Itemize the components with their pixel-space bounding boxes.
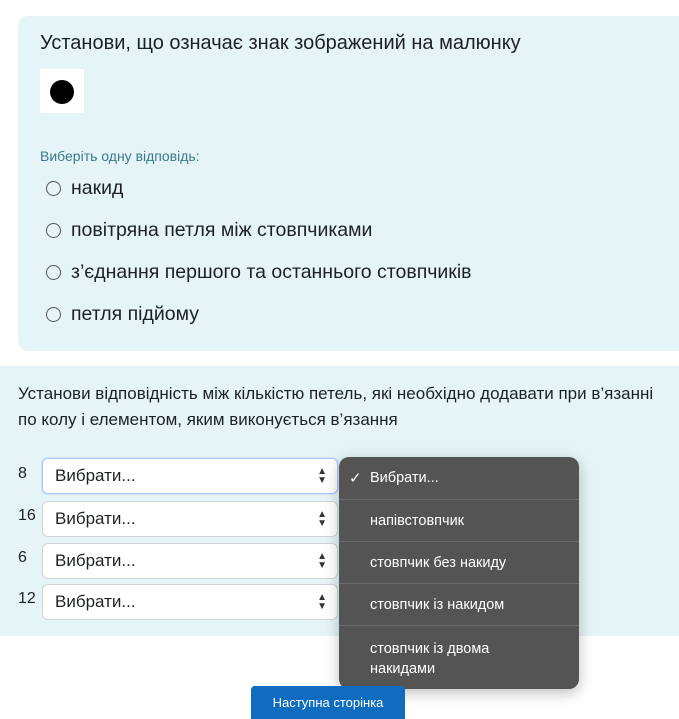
- match-select-3[interactable]: Вибрати... ▲ ▼: [42, 543, 338, 579]
- dropdown-option[interactable]: стовпчик із накидом: [339, 597, 579, 613]
- answer-prompt: Виберіть одну відповідь:: [40, 148, 200, 164]
- dropdown-option[interactable]: Вибрати...: [339, 470, 579, 486]
- select-value: Вибрати...: [55, 509, 136, 528]
- select-arrows-icon: ▲ ▼: [317, 551, 327, 571]
- dropdown-option[interactable]: стовпчик без накиду: [339, 555, 579, 571]
- match-select-1[interactable]: Вибрати... ▲ ▼: [42, 458, 338, 494]
- answer-option-1[interactable]: накид: [46, 177, 123, 200]
- answer-option-2[interactable]: повітряна петля між стовпчиками: [46, 219, 372, 242]
- match-select-2[interactable]: Вибрати... ▲ ▼: [42, 501, 338, 537]
- dropdown-separator: [339, 499, 579, 500]
- question-1-image: [40, 69, 84, 113]
- answer-option-4[interactable]: петля підйому: [46, 303, 199, 326]
- dropdown-separator: [339, 625, 579, 626]
- dropdown-separator: [339, 583, 579, 584]
- answer-option-label: повітряна петля між стовпчиками: [71, 219, 373, 241]
- radio-button[interactable]: [46, 223, 61, 238]
- answer-option-label: накид: [71, 177, 124, 199]
- dropdown-option[interactable]: стовпчик із двома накидами: [339, 639, 539, 679]
- match-row-label: 12: [18, 590, 36, 607]
- answer-option-label: з’єднання першого та останнього стовпчик…: [71, 261, 472, 283]
- select-arrows-icon: ▲ ▼: [317, 466, 327, 486]
- next-page-button[interactable]: Наступна сторінка: [251, 686, 405, 719]
- match-row-label: 16: [18, 507, 36, 524]
- match-row-label: 8: [18, 465, 27, 482]
- radio-button[interactable]: [46, 307, 61, 322]
- select-dropdown-menu: ✓ Вибрати... напівстовпчик стовпчик без …: [339, 457, 579, 689]
- match-select-4[interactable]: Вибрати... ▲ ▼: [42, 584, 338, 620]
- question-1-text: Установи, що означає знак зображений на …: [40, 32, 521, 54]
- radio-button[interactable]: [46, 181, 61, 196]
- select-value: Вибрати...: [55, 551, 136, 570]
- filled-circle-icon: [50, 80, 74, 104]
- question-2-text: Установи відповідність між кількістю пет…: [18, 384, 654, 429]
- select-value: Вибрати...: [55, 466, 136, 485]
- radio-button[interactable]: [46, 265, 61, 280]
- select-arrows-icon: ▲ ▼: [317, 509, 327, 529]
- dropdown-option[interactable]: напівстовпчик: [339, 513, 579, 529]
- select-arrows-icon: ▲ ▼: [317, 592, 327, 612]
- dropdown-separator: [339, 541, 579, 542]
- select-value: Вибрати...: [55, 592, 136, 611]
- answer-option-3[interactable]: з’єднання першого та останнього стовпчик…: [46, 261, 472, 284]
- answer-option-label: петля підйому: [71, 303, 199, 325]
- match-row-label: 6: [18, 549, 27, 566]
